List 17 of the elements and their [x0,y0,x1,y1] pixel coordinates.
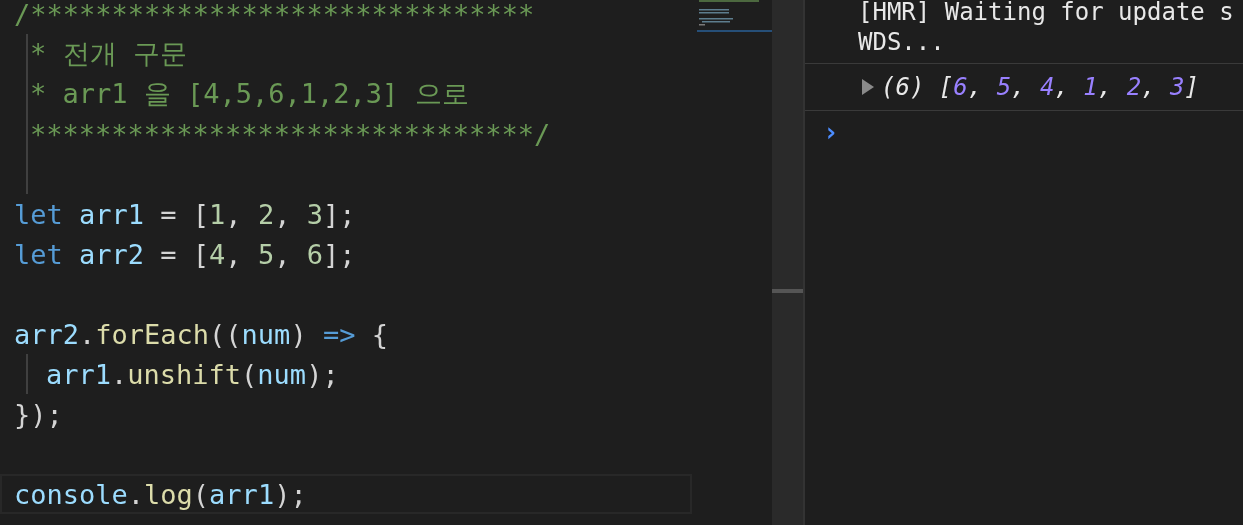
scrollbar-thumb[interactable] [772,289,803,293]
code-line: * arr1 을 [4,5,6,1,2,3] 으로 [30,77,469,111]
expand-triangle-icon[interactable] [861,78,875,96]
array-output: (6) [6, 5, 4, 1, 2, 3] [881,73,1199,101]
indent-guide [26,354,28,394]
code-line: * 전개 구문 [30,37,187,71]
code-line: /******************************* [14,0,535,30]
code-line: console.log(arr1); [14,478,307,510]
code-line: arr2.forEach((num) => { [14,318,388,350]
scrollbar-track[interactable] [772,0,803,525]
code-line: arr1.unshift(num); [46,358,339,390]
code-line: }); [14,398,63,430]
code-line: *******************************/ [30,118,551,150]
code-line: let arr1 = [1, 2, 3]; [14,198,356,230]
code-line: let arr2 = [4, 5, 6]; [14,238,356,270]
console-prompt[interactable]: › [823,117,839,147]
console-message: [HMR] Waiting for update s WDS... [805,0,1243,64]
